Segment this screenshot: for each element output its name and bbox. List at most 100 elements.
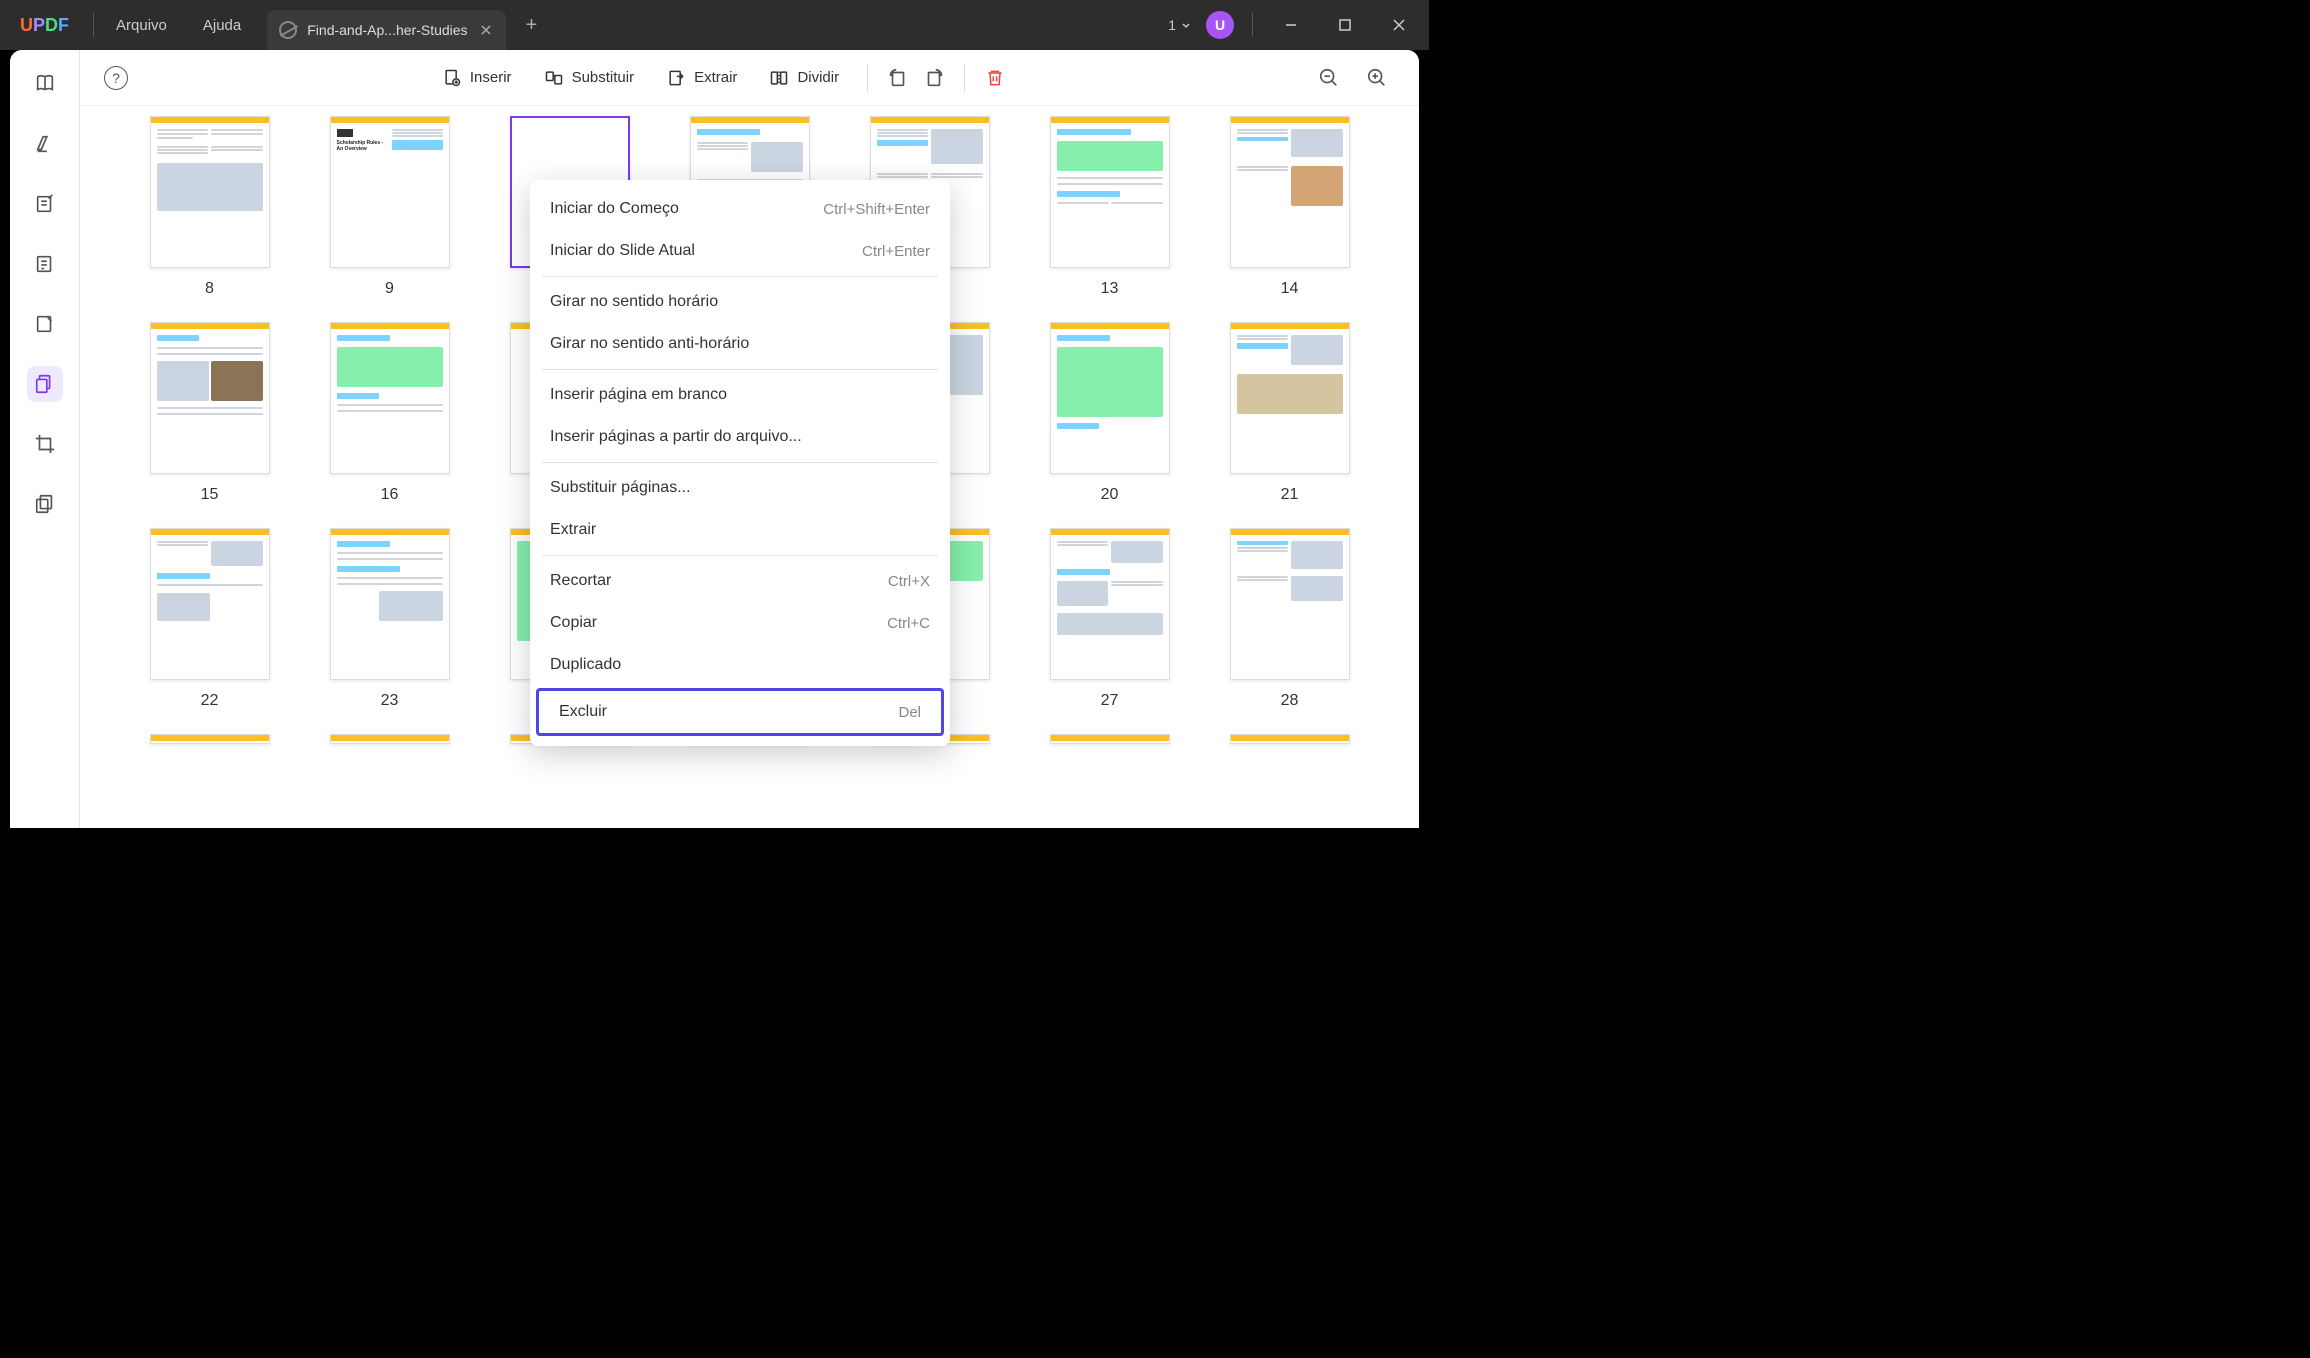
page-number: 21 (1281, 486, 1299, 504)
close-button[interactable] (1379, 5, 1419, 45)
sidebar-form-icon[interactable] (27, 306, 63, 342)
sidebar (10, 50, 80, 828)
thumbnail-item[interactable]: 16 (330, 322, 450, 504)
page-thumbnail[interactable] (1230, 116, 1350, 268)
close-tab-icon[interactable] (478, 22, 494, 38)
menu-duplicado[interactable]: Duplicado (530, 644, 950, 686)
thumbnail-item[interactable]: Scholarship Rules - An Overview 9 (330, 116, 450, 298)
sidebar-duplicate-icon[interactable] (27, 486, 63, 522)
document-tab[interactable]: Find-and-Ap...her-Studies (267, 10, 505, 50)
menu-label: Inserir páginas a partir do arquivo... (550, 428, 802, 446)
separator (1252, 13, 1253, 37)
menu-iniciar-slide[interactable]: Iniciar do Slide Atual Ctrl+Enter (530, 230, 950, 272)
thumbnail-item[interactable]: 15 (150, 322, 270, 504)
thumbnail-item[interactable]: 22 (150, 528, 270, 710)
menu-copiar[interactable]: Copiar Ctrl+C (530, 602, 950, 644)
new-tab-button[interactable]: + (526, 14, 538, 37)
titlebar: UPDF Arquivo Ajuda Find-and-Ap...her-Stu… (0, 0, 1429, 50)
menu-shortcut: Ctrl+X (888, 573, 930, 590)
thumbnail-item[interactable] (1230, 734, 1350, 744)
toolbar-inserir-label: Inserir (470, 69, 512, 86)
menu-girar-horario[interactable]: Girar no sentido horário (530, 281, 950, 323)
help-icon[interactable]: ? (104, 66, 128, 90)
thumbnail-item[interactable] (330, 734, 450, 744)
thumbnail-item[interactable] (150, 734, 270, 744)
thumbnail-item[interactable]: 20 (1050, 322, 1170, 504)
menu-recortar[interactable]: Recortar Ctrl+X (530, 560, 950, 602)
menu-inserir-branco[interactable]: Inserir página em branco (530, 374, 950, 416)
page-thumbnail[interactable] (1050, 116, 1170, 268)
toolbar-dividir[interactable]: Dividir (753, 60, 855, 96)
rotate-left-icon[interactable] (880, 60, 916, 96)
menu-label: Girar no sentido horário (550, 293, 718, 311)
page-thumbnail[interactable] (150, 528, 270, 680)
rotate-right-icon[interactable] (916, 60, 952, 96)
minimize-button[interactable] (1271, 5, 1311, 45)
page-count-dropdown[interactable]: 1 (1168, 17, 1192, 33)
toolbar-extrair[interactable]: Extrair (650, 60, 753, 96)
page-number: 28 (1281, 692, 1299, 710)
menu-extrair[interactable]: Extrair (530, 509, 950, 551)
sidebar-reader-icon[interactable] (27, 66, 63, 102)
app-logo: UPDF (0, 15, 89, 36)
page-thumbnail[interactable] (330, 528, 450, 680)
page-thumbnail[interactable] (330, 734, 450, 744)
page-thumbnail[interactable] (1230, 528, 1350, 680)
page-thumbnail[interactable] (1050, 322, 1170, 474)
toolbar-substituir[interactable]: Substituir (528, 60, 651, 96)
separator (867, 64, 868, 92)
thumbnail-item[interactable]: 8 (150, 116, 270, 298)
replace-icon (544, 68, 564, 88)
menu-substituir[interactable]: Substituir páginas... (530, 467, 950, 509)
menu-excluir[interactable]: Excluir Del (536, 688, 944, 736)
toolbar-inserir[interactable]: Inserir (426, 60, 528, 96)
insert-icon (442, 68, 462, 88)
page-number: 20 (1101, 486, 1119, 504)
sidebar-highlight-icon[interactable] (27, 126, 63, 162)
delete-icon[interactable] (977, 60, 1013, 96)
menu-arquivo[interactable]: Arquivo (98, 17, 185, 34)
page-thumbnail[interactable] (150, 116, 270, 268)
page-thumbnail[interactable] (150, 734, 270, 744)
maximize-button[interactable] (1325, 5, 1365, 45)
page-thumbnail[interactable]: Scholarship Rules - An Overview (330, 116, 450, 268)
page-number: 9 (385, 280, 394, 298)
page-thumbnail[interactable] (1050, 734, 1170, 744)
sidebar-edit-icon[interactable] (27, 186, 63, 222)
toolbar-substituir-label: Substituir (572, 69, 635, 86)
zoom-out-icon[interactable] (1311, 60, 1347, 96)
menu-divider (542, 555, 938, 556)
app-window: UPDF Arquivo Ajuda Find-and-Ap...her-Stu… (0, 0, 1429, 838)
user-avatar[interactable]: U (1206, 11, 1234, 39)
sidebar-text-icon[interactable] (27, 246, 63, 282)
tab-icon (279, 21, 297, 39)
menu-shortcut: Ctrl+C (887, 615, 930, 632)
zoom-in-icon[interactable] (1359, 60, 1395, 96)
thumbnail-item[interactable]: 13 (1050, 116, 1170, 298)
page-thumbnail[interactable] (1230, 734, 1350, 744)
page-thumbnail[interactable] (1230, 322, 1350, 474)
thumbnail-item[interactable]: 28 (1230, 528, 1350, 710)
thumbnail-item[interactable]: 23 (330, 528, 450, 710)
menu-ajuda[interactable]: Ajuda (185, 17, 259, 34)
menu-iniciar-comeco[interactable]: Iniciar do Começo Ctrl+Shift+Enter (530, 188, 950, 230)
page-number: 14 (1281, 280, 1299, 298)
page-number: 27 (1101, 692, 1119, 710)
page-thumbnail[interactable] (330, 322, 450, 474)
menu-label: Excluir (559, 703, 607, 721)
thumbnail-item[interactable]: 21 (1230, 322, 1350, 504)
thumbnail-item[interactable]: 14 (1230, 116, 1350, 298)
page-thumbnail[interactable] (150, 322, 270, 474)
menu-inserir-arquivo[interactable]: Inserir páginas a partir do arquivo... (530, 416, 950, 458)
menu-shortcut: Ctrl+Enter (862, 243, 930, 260)
sidebar-crop-icon[interactable] (27, 426, 63, 462)
extract-icon (666, 68, 686, 88)
page-thumbnail[interactable] (1050, 528, 1170, 680)
sidebar-organize-icon[interactable] (27, 366, 63, 402)
thumbnail-item[interactable]: 27 (1050, 528, 1170, 710)
menu-label: Copiar (550, 614, 597, 632)
thumbnail-item[interactable] (1050, 734, 1170, 744)
tab-title: Find-and-Ap...her-Studies (307, 22, 467, 38)
menu-girar-anti[interactable]: Girar no sentido anti-horário (530, 323, 950, 365)
menu-label: Girar no sentido anti-horário (550, 335, 749, 353)
